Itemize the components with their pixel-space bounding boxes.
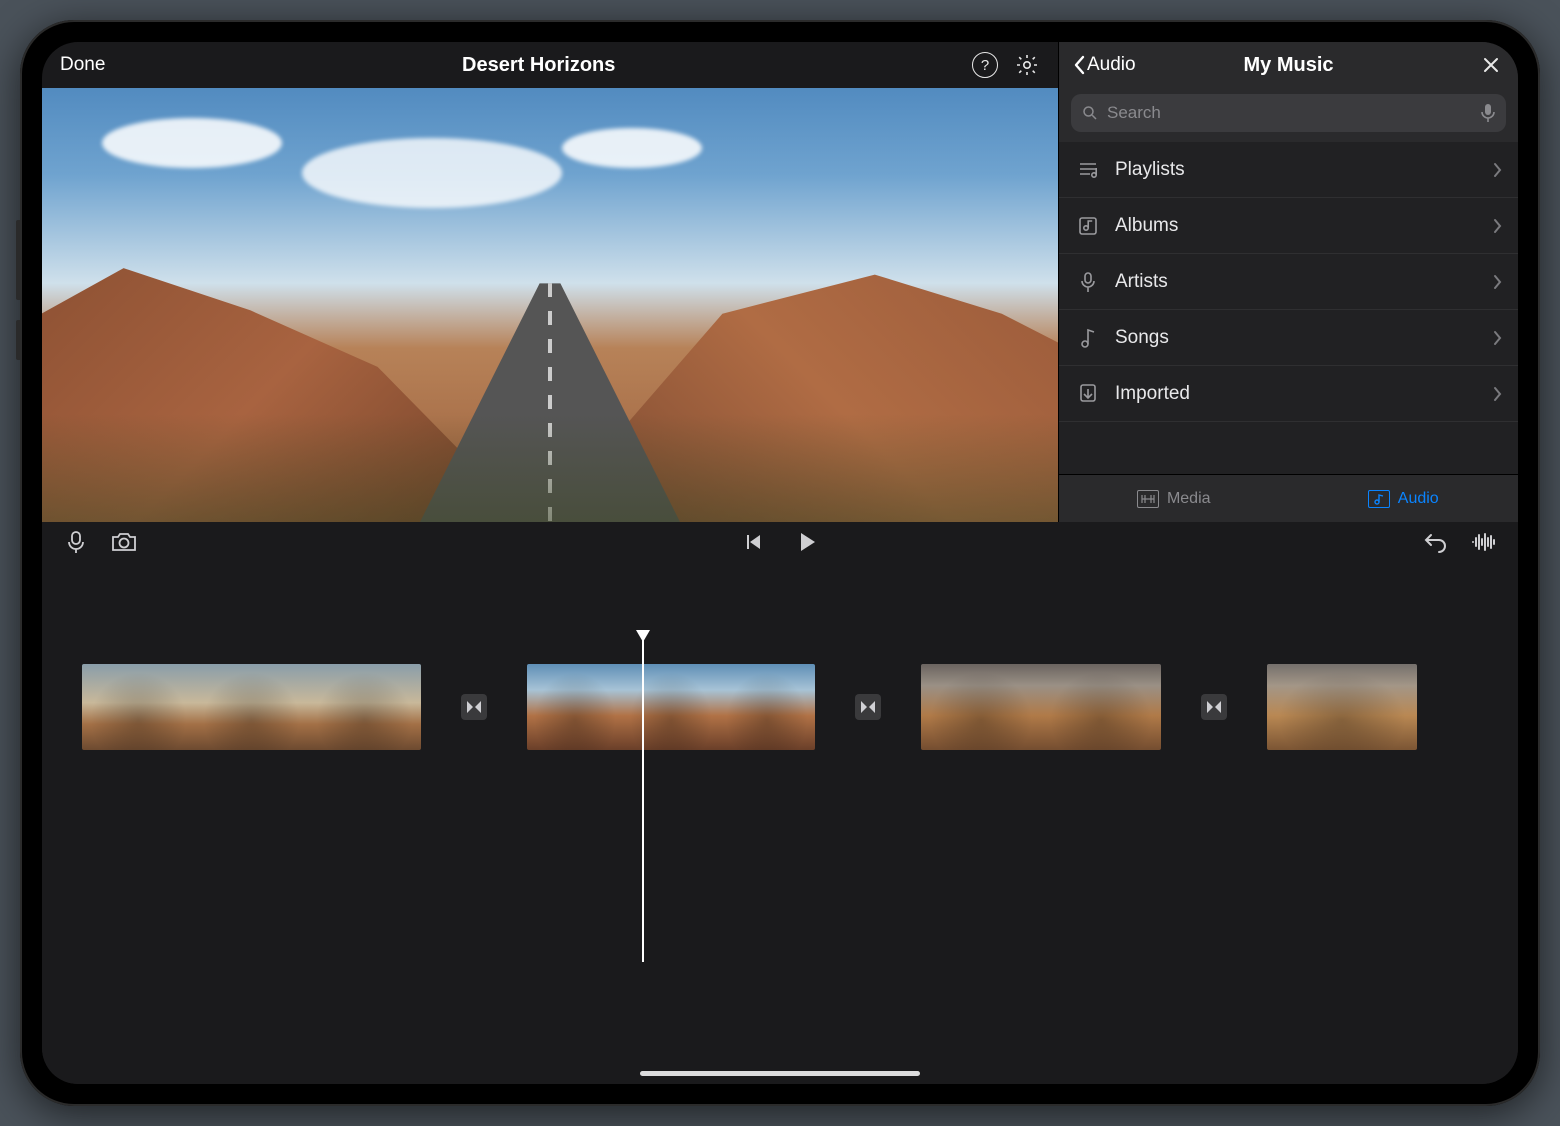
- done-button[interactable]: Done: [60, 54, 105, 76]
- voiceover-mic-icon[interactable]: [62, 530, 90, 554]
- audio-icon: [1368, 490, 1390, 508]
- chevron-right-icon: [1493, 218, 1502, 234]
- browser-tabs: Media Audio: [1059, 474, 1518, 522]
- search-icon: [1081, 104, 1099, 122]
- dictation-mic-icon[interactable]: [1480, 103, 1496, 123]
- tab-audio[interactable]: Audio: [1289, 475, 1519, 522]
- clip[interactable]: [82, 664, 421, 750]
- video-track[interactable]: [42, 662, 1518, 752]
- clip[interactable]: [527, 664, 815, 750]
- preview-graphic: [302, 138, 562, 208]
- ipad-frame: Done Desert Horizons ?: [20, 20, 1540, 1106]
- playhead[interactable]: [642, 632, 644, 962]
- clip[interactable]: [1267, 664, 1417, 750]
- play-icon[interactable]: [793, 530, 821, 554]
- list-item-label: Songs: [1115, 327, 1169, 349]
- preview-graphic: [42, 414, 1058, 523]
- editor-pane: Done Desert Horizons ?: [42, 42, 1058, 522]
- audio-panel-header: Audio My Music: [1059, 42, 1518, 88]
- timeline[interactable]: [42, 562, 1518, 1084]
- list-item-label: Artists: [1115, 271, 1168, 293]
- music-categories-list[interactable]: Playlists Albums: [1059, 142, 1518, 474]
- artists-icon: [1073, 271, 1103, 293]
- tab-media[interactable]: Media: [1059, 475, 1289, 522]
- chevron-right-icon: [1493, 386, 1502, 402]
- search-field[interactable]: [1071, 94, 1506, 132]
- transition-icon[interactable]: [461, 694, 487, 720]
- help-icon[interactable]: ?: [972, 52, 998, 78]
- list-item-label: Albums: [1115, 215, 1178, 237]
- list-item-songs[interactable]: Songs: [1059, 310, 1518, 366]
- undo-icon[interactable]: [1422, 530, 1450, 554]
- list-item-playlists[interactable]: Playlists: [1059, 142, 1518, 198]
- list-item-artists[interactable]: Artists: [1059, 254, 1518, 310]
- chevron-left-icon: [1073, 55, 1085, 75]
- home-indicator[interactable]: [640, 1071, 920, 1076]
- chevron-right-icon: [1493, 330, 1502, 346]
- editor-header: Done Desert Horizons ?: [42, 42, 1058, 88]
- tab-label: Audio: [1398, 490, 1439, 508]
- clip[interactable]: [921, 664, 1161, 750]
- transition-icon[interactable]: [855, 694, 881, 720]
- back-label: Audio: [1087, 54, 1136, 76]
- timeline-toolbar: [42, 522, 1518, 562]
- search-input[interactable]: [1107, 103, 1480, 123]
- list-item-label: Playlists: [1115, 159, 1185, 181]
- chevron-right-icon: [1493, 162, 1502, 178]
- close-button[interactable]: [1478, 52, 1504, 78]
- transition-icon[interactable]: [1201, 694, 1227, 720]
- list-item-label: Imported: [1115, 383, 1190, 405]
- close-icon: [1481, 55, 1501, 75]
- chevron-right-icon: [1493, 274, 1502, 290]
- list-item-albums[interactable]: Albums: [1059, 198, 1518, 254]
- video-preview[interactable]: [42, 88, 1058, 522]
- audio-waveform-icon[interactable]: [1470, 530, 1498, 554]
- albums-icon: [1073, 216, 1103, 236]
- list-item-imported[interactable]: Imported: [1059, 366, 1518, 422]
- project-title: Desert Horizons: [105, 54, 972, 77]
- audio-browser-panel: Audio My Music: [1058, 42, 1518, 522]
- camera-icon[interactable]: [110, 530, 138, 554]
- songs-icon: [1073, 327, 1103, 349]
- media-icon: [1137, 490, 1159, 508]
- skip-back-icon[interactable]: [739, 530, 767, 554]
- playlists-icon: [1073, 161, 1103, 179]
- tab-label: Media: [1167, 490, 1211, 508]
- settings-gear-icon[interactable]: [1014, 52, 1040, 78]
- app-screen: Done Desert Horizons ?: [42, 42, 1518, 1084]
- preview-graphic: [562, 128, 702, 168]
- preview-graphic: [102, 118, 282, 168]
- back-button[interactable]: Audio: [1073, 54, 1136, 76]
- imported-icon: [1073, 383, 1103, 405]
- hardware-button: [16, 320, 20, 360]
- hardware-volume-button: [16, 220, 20, 300]
